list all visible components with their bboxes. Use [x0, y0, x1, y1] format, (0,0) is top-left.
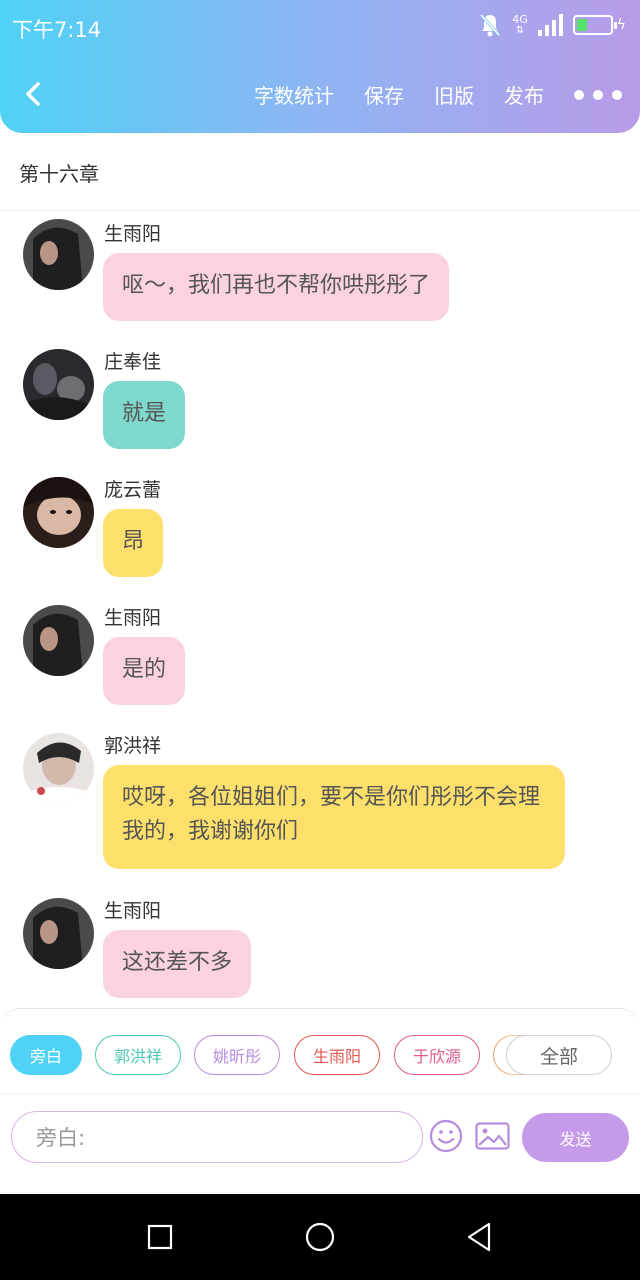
divider	[0, 1093, 640, 1094]
message-bubble: 就是	[103, 381, 186, 449]
status-time: 下午7:14	[12, 18, 102, 42]
chapter-title: 第十六章	[19, 162, 99, 186]
avatar[interactable]	[23, 898, 94, 969]
app-header: 下午7:14 4G ⇅ ϟ 字数统计 保存 旧版 发布	[0, 0, 640, 133]
status-icons: 4G ⇅ ϟ	[478, 12, 626, 38]
word-count-button[interactable]: 字数统计	[254, 80, 334, 109]
charging-icon: ϟ	[616, 17, 626, 33]
sender-name: 生雨阳	[104, 223, 162, 245]
character-chip[interactable]: 生雨阳	[294, 1035, 380, 1075]
character-chip[interactable]: 姚昕彤	[194, 1035, 280, 1075]
sender-name: 郭洪祥	[104, 735, 162, 757]
avatar[interactable]	[23, 605, 94, 676]
image-icon[interactable]	[475, 1122, 510, 1150]
chapter-bar[interactable]: 第十六章	[0, 133, 640, 211]
character-chip-narration[interactable]: 旁白	[10, 1035, 82, 1075]
message-bubble: 昂	[103, 509, 164, 577]
old-version-button[interactable]: 旧版	[434, 80, 474, 109]
notifications-muted-icon	[480, 13, 501, 37]
send-button[interactable]: 发送	[522, 1113, 629, 1162]
save-button[interactable]: 保存	[364, 80, 404, 109]
toolbar: 字数统计 保存 旧版 发布	[0, 56, 640, 133]
sender-name: 生雨阳	[104, 900, 162, 922]
character-chip[interactable]: 于欣源	[394, 1035, 480, 1075]
avatar[interactable]	[23, 349, 94, 420]
composer-panel: 旁白 郭洪祥 姚昕彤 生雨阳 于欣源 全部 旁白: 发送	[0, 1008, 640, 1165]
sender-name: 庞云蕾	[104, 479, 162, 501]
sender-name: 生雨阳	[104, 607, 162, 629]
home-icon[interactable]	[305, 1222, 335, 1252]
message-bubble: 是的	[103, 637, 186, 705]
message-input[interactable]: 旁白:	[11, 1111, 423, 1163]
back-nav-icon[interactable]	[466, 1222, 492, 1252]
message-bubble: 哎呀，各位姐姐们，要不是你们彤彤不会理我的，我谢谢你们	[103, 765, 565, 869]
character-selector: 旁白 郭洪祥 姚昕彤 生雨阳 于欣源 全部	[10, 1035, 640, 1079]
message-bubble: 这还差不多	[103, 930, 252, 998]
emoji-icon[interactable]	[429, 1119, 463, 1153]
message-bubble: 呕～，我们再也不帮你哄彤彤了	[103, 253, 450, 321]
network-type: 4G	[512, 13, 528, 26]
back-icon[interactable]	[22, 78, 46, 110]
recent-apps-icon[interactable]	[147, 1224, 173, 1250]
status-bar: 下午7:14 4G ⇅ ϟ	[0, 0, 640, 56]
network-indicator: 4G ⇅	[512, 13, 528, 36]
more-icon[interactable]	[574, 89, 622, 100]
system-navigation-bar	[0, 1194, 640, 1280]
character-chip[interactable]: 郭洪祥	[95, 1035, 181, 1075]
battery-icon	[572, 15, 617, 35]
signal-icon	[537, 14, 563, 36]
avatar[interactable]	[23, 219, 94, 290]
battery-level	[576, 19, 587, 31]
all-characters-button[interactable]: 全部	[506, 1035, 612, 1075]
toolbar-actions: 字数统计 保存 旧版 发布	[224, 80, 622, 109]
publish-button[interactable]: 发布	[504, 80, 544, 109]
avatar[interactable]	[23, 477, 94, 548]
avatar[interactable]	[23, 733, 94, 804]
sender-name: 庄奉佳	[104, 351, 162, 373]
